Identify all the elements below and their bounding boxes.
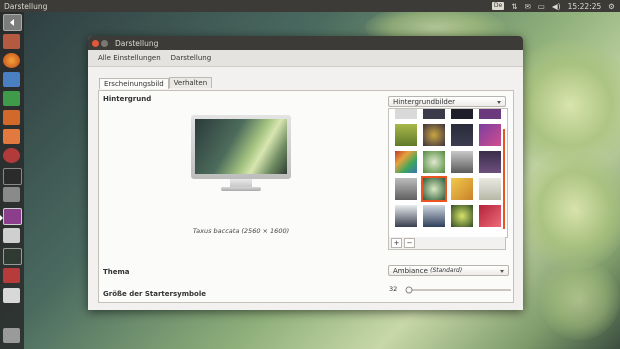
tab-appearance[interactable]: Erscheinungsbild <box>99 78 169 89</box>
wallpaper-thumb[interactable] <box>423 151 445 173</box>
drive-icon[interactable] <box>3 228 20 243</box>
breadcrumb-current[interactable]: Darstellung <box>169 53 213 63</box>
wallpaper-thumb[interactable] <box>479 178 501 200</box>
background-source-dropdown[interactable]: Hintergrundbilder <box>388 96 506 107</box>
wallpaper-thumb[interactable] <box>479 151 501 173</box>
gallery-scrollbar[interactable] <box>503 129 505 229</box>
theme-value-suffix: (Standard) <box>430 267 463 274</box>
device-icon[interactable] <box>3 288 20 303</box>
launcher-size-label: Größe der Startersymbole <box>103 290 206 298</box>
monitor-base <box>221 187 261 191</box>
wallpaper-thumb[interactable] <box>423 205 445 227</box>
breadcrumb: Alle Einstellungen Darstellung <box>88 50 523 67</box>
remove-wallpaper-button[interactable]: − <box>404 238 415 248</box>
terminal-icon[interactable] <box>3 168 22 185</box>
impress-icon[interactable] <box>3 110 20 125</box>
dash-home-icon[interactable] <box>3 14 22 31</box>
appearance-window: Darstellung Alle Einstellungen Darstellu… <box>88 36 523 310</box>
mail-icon[interactable]: ✉ <box>524 2 530 11</box>
battery-icon[interactable]: ▭ <box>538 2 545 11</box>
monitor-app-icon[interactable] <box>3 248 22 265</box>
gear-icon[interactable]: ⚙ <box>608 2 615 11</box>
top-panel: Darstellung De ⇅ ✉ ▭ ◀) 15:22:25 ⚙ <box>0 0 620 12</box>
keyboard-layout-indicator[interactable]: De <box>491 2 505 10</box>
close-icon[interactable] <box>92 39 99 47</box>
wallpaper-thumb-selected[interactable] <box>421 176 447 202</box>
active-app-title: Darstellung <box>4 1 48 11</box>
wallpaper-thumb[interactable] <box>423 109 445 119</box>
appearance-panel: Hintergrund Hintergrundbilder Taxus bacc… <box>98 90 514 303</box>
background-source-value: Hintergrundbilder <box>393 97 456 106</box>
wallpaper-preview <box>191 115 291 191</box>
wallpaper-thumb[interactable] <box>479 109 501 119</box>
software-center-icon[interactable] <box>3 129 20 144</box>
firefox-icon[interactable] <box>3 53 20 68</box>
window-titlebar[interactable]: Darstellung <box>88 36 523 50</box>
theme-label: Thema <box>103 268 130 276</box>
wallpaper-leaf <box>520 150 620 270</box>
wallpaper-thumb[interactable] <box>479 124 501 146</box>
chevron-down-icon <box>500 270 504 273</box>
wallpaper-thumb[interactable] <box>395 124 417 146</box>
wallpaper-thumb[interactable] <box>451 151 473 173</box>
theme-value: Ambiance <box>393 266 428 275</box>
trash-icon[interactable] <box>3 328 20 343</box>
calc-icon[interactable] <box>3 91 20 106</box>
gallery-toolbar: + − <box>388 237 506 250</box>
files-icon[interactable] <box>3 34 20 49</box>
writer-icon[interactable] <box>3 72 20 87</box>
wallpaper-thumb[interactable] <box>395 205 417 227</box>
add-wallpaper-button[interactable]: + <box>391 238 402 248</box>
minimize-icon[interactable] <box>101 39 108 47</box>
wallpaper-thumb[interactable] <box>451 178 473 200</box>
settings-app-icon[interactable] <box>3 187 20 202</box>
shutter-icon[interactable] <box>3 268 20 283</box>
wallpaper-leaf <box>540 260 620 340</box>
network-icon[interactable]: ⇅ <box>511 2 517 11</box>
launcher-size-slider[interactable] <box>405 286 511 294</box>
wallpaper-thumb[interactable] <box>479 205 501 227</box>
slider-handle[interactable] <box>405 286 413 294</box>
system-tools-icon[interactable] <box>3 148 20 163</box>
background-label: Hintergrund <box>103 95 152 103</box>
monitor-screen <box>191 115 291 179</box>
tab-bar: Erscheinungsbild Verhalten <box>99 77 213 89</box>
wallpaper-thumb[interactable] <box>423 124 445 146</box>
tab-behavior[interactable]: Verhalten <box>168 77 213 88</box>
appearance-app-icon[interactable] <box>3 208 22 225</box>
wallpaper-caption: Taxus baccata (2560 × 1600) <box>192 227 290 235</box>
wallpaper-gallery <box>388 108 508 238</box>
wallpaper-thumb[interactable] <box>395 109 417 119</box>
wallpaper-thumb[interactable] <box>395 151 417 173</box>
launcher-size-value: 32 <box>389 285 398 293</box>
chevron-down-icon <box>497 101 501 104</box>
theme-dropdown[interactable]: Ambiance (Standard) <box>388 265 509 276</box>
all-settings-button[interactable]: Alle Einstellungen <box>96 53 163 63</box>
window-title: Darstellung <box>115 38 159 48</box>
clock[interactable]: 15:22:25 <box>568 2 602 11</box>
wallpaper-thumb[interactable] <box>395 178 417 200</box>
wallpaper-thumb[interactable] <box>451 205 473 227</box>
wallpaper-thumb[interactable] <box>451 124 473 146</box>
wallpaper-thumb[interactable] <box>451 109 473 119</box>
wallpaper-preview-image <box>195 119 287 174</box>
volume-icon[interactable]: ◀) <box>552 2 561 11</box>
launcher <box>0 12 24 349</box>
